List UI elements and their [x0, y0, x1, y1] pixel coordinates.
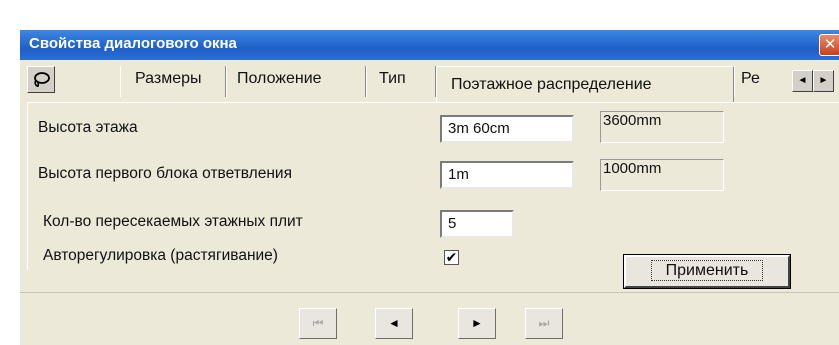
tab-type[interactable]: Тип	[366, 66, 436, 97]
tab-strip: Размеры Положение Тип Поэтажное распреде…	[20, 62, 839, 103]
arrow-right-icon: ►	[818, 75, 829, 86]
first-record-button[interactable]: ⏮	[299, 308, 337, 339]
auto-adjust-label: Авторегулировка (растягивание)	[43, 247, 278, 264]
skip-first-icon: ⏮	[312, 316, 324, 330]
first-block-height-readout: 1000mm	[600, 159, 724, 191]
apply-button[interactable]: Применить	[623, 254, 791, 289]
checkmark-icon: ✔	[445, 249, 458, 265]
close-icon: ✕	[823, 36, 837, 53]
tab-scroll-right-button[interactable]: ►	[813, 70, 834, 92]
tab-position[interactable]: Положение	[226, 66, 366, 97]
tab-scroll-left-button[interactable]: ◄	[792, 70, 813, 92]
lasso-icon	[34, 71, 50, 87]
dialog-window: Свойства диалогового окна ✕ Размеры Поло…	[20, 30, 839, 345]
title-bar[interactable]: Свойства диалогового окна ✕	[20, 30, 839, 60]
tab-panel: Высота этажа 3m 60cm 3600mm Высота перво…	[27, 102, 839, 289]
floor-slabs-label: Кол-во пересекаемых этажных плит	[43, 213, 303, 230]
tab-floor-distribution[interactable]: Поэтажное распределение	[436, 66, 734, 103]
tab-label: Положение	[237, 70, 322, 87]
floor-height-input[interactable]: 3m 60cm	[440, 115, 574, 143]
floor-slabs-input[interactable]: 5	[440, 210, 514, 238]
navigation-bar: ⏮ ◄ ► ⏭	[20, 292, 839, 343]
tab-label: Размеры	[135, 70, 202, 87]
close-button[interactable]: ✕	[819, 34, 839, 56]
window-title: Свойства диалогового окна	[29, 35, 237, 52]
arrow-left-icon: ◄	[388, 316, 400, 330]
first-block-height-input[interactable]: 1m	[440, 161, 574, 189]
tab-label: Ре	[741, 70, 760, 87]
tab-truncated[interactable]: Ре	[734, 66, 794, 97]
floor-height-label: Высота этажа	[38, 119, 138, 136]
arrow-right-icon: ►	[471, 316, 483, 330]
next-record-button[interactable]: ►	[458, 308, 496, 339]
apply-button-label: Применить	[650, 260, 764, 281]
tab-label: Поэтажное распределение	[451, 76, 652, 93]
dialog-icon-button[interactable]	[27, 66, 55, 93]
tab-sizes[interactable]: Размеры	[120, 66, 226, 97]
first-block-height-label: Высота первого блока ответвления	[38, 165, 292, 182]
last-record-button[interactable]: ⏭	[525, 308, 563, 339]
tab-scroll-buttons: ◄ ►	[792, 70, 834, 92]
floor-height-readout: 3600mm	[600, 111, 724, 143]
tab-label: Тип	[379, 70, 406, 87]
skip-last-icon: ⏭	[538, 316, 550, 330]
arrow-left-icon: ◄	[797, 75, 808, 86]
previous-record-button[interactable]: ◄	[375, 308, 413, 339]
auto-adjust-checkbox[interactable]: ✔	[444, 250, 459, 265]
